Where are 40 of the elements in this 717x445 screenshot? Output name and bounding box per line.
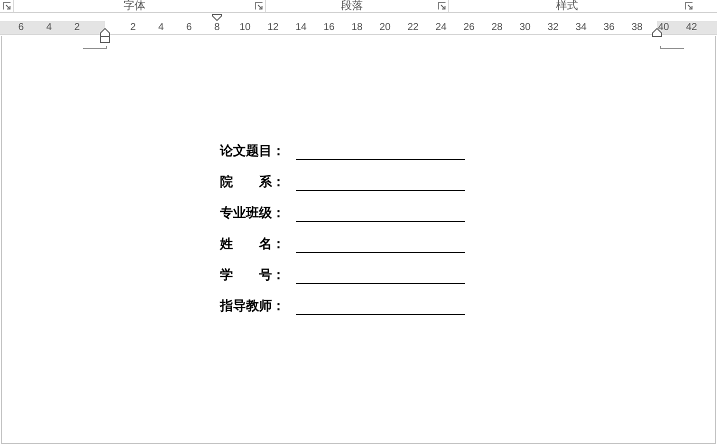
ruler-number: 16	[322, 21, 336, 35]
field-label: 指导教师：	[220, 297, 286, 315]
ruler-number: 38	[630, 21, 644, 35]
ruler-number: 40	[658, 21, 670, 35]
ruler-number: 26	[462, 21, 476, 35]
dialog-launcher-icon[interactable]	[685, 2, 693, 10]
field-label: 论文题目：	[220, 142, 286, 160]
ruler-number: 42	[686, 21, 698, 35]
ruler-number: 6	[185, 21, 193, 35]
ruler-number: 6	[17, 21, 25, 35]
dialog-launcher-icon[interactable]	[438, 2, 446, 10]
left-indent-marker[interactable]	[100, 28, 110, 43]
ruler-number: 2	[73, 21, 81, 35]
ruler-number: 4	[157, 21, 165, 35]
ruler-number: 36	[602, 21, 616, 35]
ruler-number: 34	[574, 21, 588, 35]
ruler-number: 8	[213, 21, 221, 35]
field-label: 姓 名：	[220, 235, 286, 253]
ruler-number: 10	[238, 21, 252, 35]
ruler-number: 14	[294, 21, 308, 35]
ruler-number: 12	[266, 21, 280, 35]
dialog-launcher-icon[interactable]	[255, 2, 263, 10]
ruler-number: 24	[434, 21, 448, 35]
group-label: 样式	[555, 0, 579, 12]
margin-corner-mark	[660, 46, 684, 49]
ruler-number: 22	[406, 21, 420, 35]
ruler-number: 4	[45, 21, 53, 35]
ruler-number: 30	[518, 21, 532, 35]
margin-corner-mark	[83, 46, 107, 49]
field-label: 学 号：	[220, 266, 286, 284]
field-label: 专业班级：	[220, 204, 286, 222]
dialog-launcher-icon[interactable]	[3, 2, 11, 10]
field-label: 院 系：	[220, 173, 286, 191]
ruler-number: 20	[378, 21, 392, 35]
group-label: 段落	[340, 0, 364, 12]
ruler-number: 32	[546, 21, 560, 35]
ruler-number: 28	[490, 21, 504, 35]
group-label: 字体	[122, 0, 146, 12]
ruler-number: 2	[129, 21, 137, 35]
ruler-number: 18	[350, 21, 364, 35]
